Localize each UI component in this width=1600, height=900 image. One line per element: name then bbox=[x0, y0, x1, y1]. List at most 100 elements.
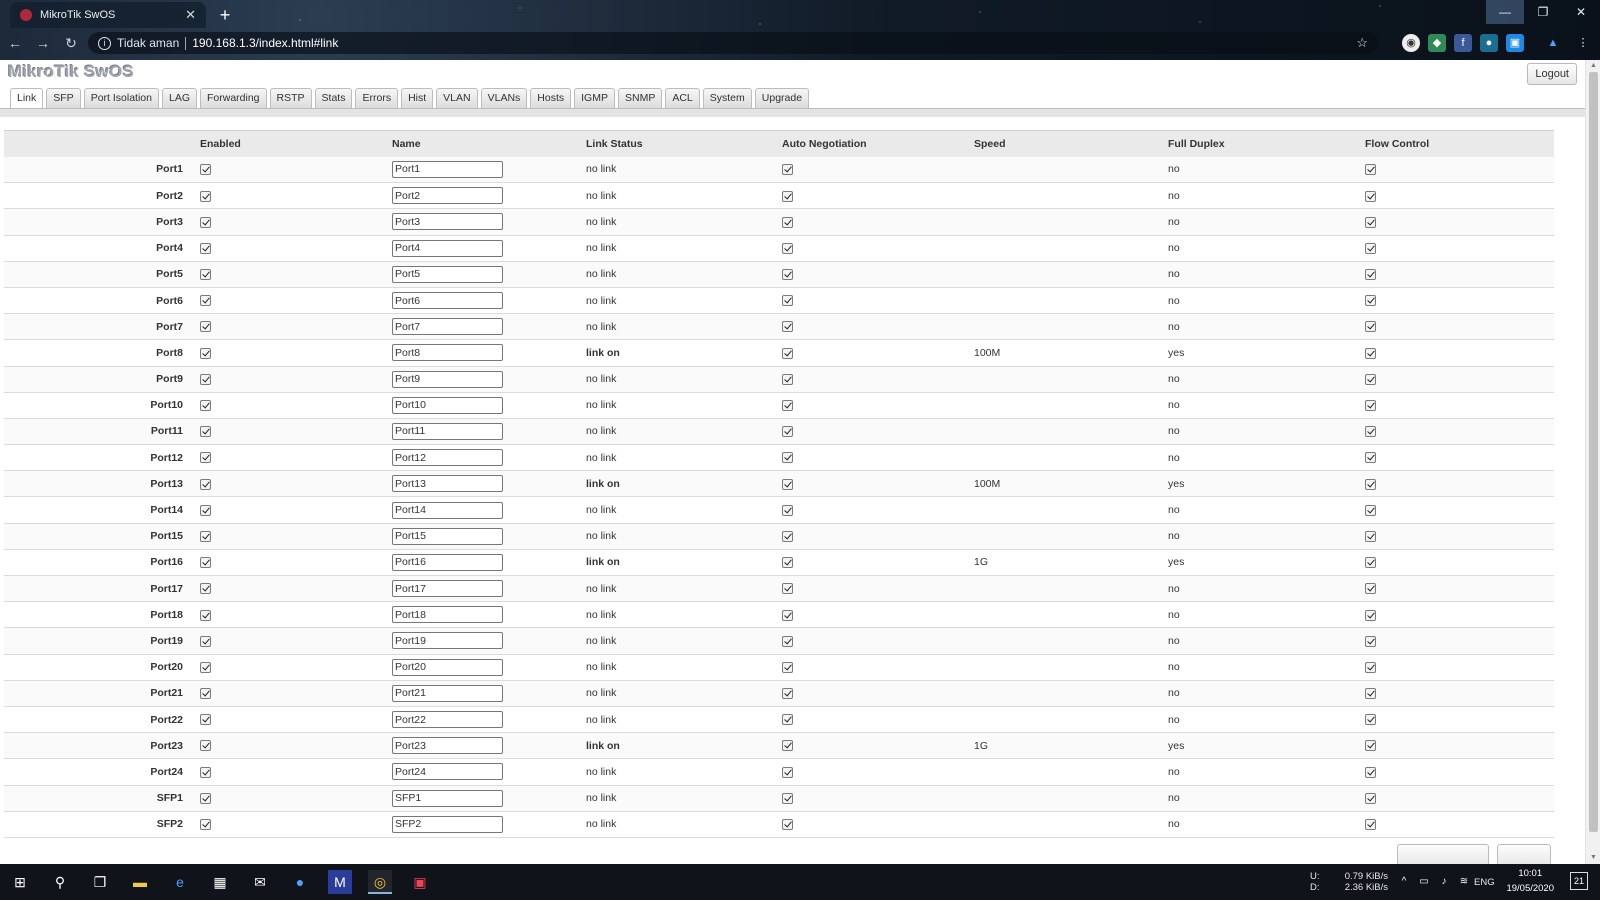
flow-control-checkbox[interactable] bbox=[1365, 242, 1376, 254]
forward-icon[interactable]: → bbox=[34, 34, 52, 52]
port-name-input[interactable] bbox=[392, 265, 503, 283]
port-name-input[interactable] bbox=[392, 711, 503, 729]
port-name-input[interactable] bbox=[392, 658, 503, 676]
port-name-input[interactable] bbox=[392, 213, 503, 231]
tab-port-isolation[interactable]: Port Isolation bbox=[83, 88, 159, 108]
port-name-input[interactable] bbox=[392, 815, 503, 833]
flow-control-checkbox[interactable] bbox=[1365, 452, 1376, 464]
language-indicator[interactable]: ENG bbox=[1474, 864, 1502, 900]
close-window-icon[interactable]: ✕ bbox=[1562, 0, 1600, 24]
auto-negotiation-checkbox[interactable] bbox=[782, 819, 793, 830]
notification-center-icon[interactable]: 21 bbox=[1570, 872, 1588, 890]
tab-vlans[interactable]: VLANs bbox=[480, 88, 528, 108]
wifi-icon[interactable]: ≋ bbox=[1452, 870, 1476, 894]
extension-icon[interactable]: ▣ bbox=[1506, 34, 1524, 52]
flow-control-checkbox[interactable] bbox=[1365, 504, 1376, 516]
enabled-checkbox[interactable] bbox=[200, 269, 211, 281]
enabled-checkbox[interactable] bbox=[200, 661, 211, 673]
flow-control-checkbox[interactable] bbox=[1365, 216, 1376, 228]
back-icon[interactable]: ← bbox=[6, 34, 24, 52]
auto-negotiation-checkbox[interactable] bbox=[782, 740, 793, 752]
tab-forwarding[interactable]: Forwarding bbox=[200, 88, 267, 108]
auto-negotiation-checkbox[interactable] bbox=[782, 373, 793, 385]
task-view-icon[interactable]: ❐ bbox=[88, 870, 112, 894]
clock[interactable]: 10:01 19/05/2020 bbox=[1506, 866, 1554, 896]
flow-control-checkbox[interactable] bbox=[1365, 478, 1376, 490]
extension-icon[interactable]: ▲ bbox=[1544, 34, 1562, 52]
flow-control-checkbox[interactable] bbox=[1365, 269, 1376, 281]
auto-negotiation-checkbox[interactable] bbox=[782, 504, 793, 516]
tab-upgrade[interactable]: Upgrade bbox=[754, 88, 810, 108]
flow-control-checkbox[interactable] bbox=[1365, 792, 1376, 804]
tab-system[interactable]: System bbox=[702, 88, 752, 108]
flow-control-checkbox[interactable] bbox=[1365, 714, 1376, 726]
scroll-up-icon[interactable]: ▲ bbox=[1586, 60, 1600, 72]
enabled-checkbox[interactable] bbox=[200, 452, 211, 464]
enabled-checkbox[interactable] bbox=[200, 635, 211, 647]
chrome-icon[interactable]: ◎ bbox=[368, 870, 392, 894]
enabled-checkbox[interactable] bbox=[200, 819, 211, 830]
auto-negotiation-checkbox[interactable] bbox=[782, 530, 793, 542]
auto-negotiation-checkbox[interactable] bbox=[782, 295, 793, 307]
auto-negotiation-checkbox[interactable] bbox=[782, 609, 793, 621]
port-name-input[interactable] bbox=[392, 763, 503, 781]
flow-control-checkbox[interactable] bbox=[1365, 583, 1376, 595]
flow-control-checkbox[interactable] bbox=[1365, 661, 1376, 673]
enabled-checkbox[interactable] bbox=[200, 504, 211, 516]
discard-changes-button[interactable] bbox=[1397, 844, 1489, 864]
flow-control-checkbox[interactable] bbox=[1365, 766, 1376, 778]
apply-button[interactable] bbox=[1497, 844, 1551, 864]
tab-vlan[interactable]: VLAN bbox=[436, 88, 478, 108]
auto-negotiation-checkbox[interactable] bbox=[782, 478, 793, 490]
flow-control-checkbox[interactable] bbox=[1365, 609, 1376, 621]
port-name-input[interactable] bbox=[392, 449, 503, 467]
tab-link[interactable]: Link bbox=[10, 88, 44, 109]
windows-start-icon[interactable]: ⊞ bbox=[8, 870, 32, 894]
logout-button[interactable]: Logout bbox=[1527, 63, 1577, 85]
scrollbar-thumb[interactable] bbox=[1589, 72, 1598, 832]
port-name-input[interactable] bbox=[392, 553, 503, 571]
port-name-input[interactable] bbox=[392, 239, 503, 257]
store-icon[interactable]: ▦ bbox=[208, 870, 232, 894]
enabled-checkbox[interactable] bbox=[200, 295, 211, 307]
mail-icon[interactable]: ✉ bbox=[248, 870, 272, 894]
enabled-checkbox[interactable] bbox=[200, 426, 211, 438]
profile-avatar-icon[interactable]: ◉ bbox=[1402, 34, 1420, 52]
flow-control-checkbox[interactable] bbox=[1365, 347, 1376, 359]
flow-control-checkbox[interactable] bbox=[1365, 295, 1376, 307]
edge-browser-icon[interactable]: e bbox=[168, 870, 192, 894]
flow-control-checkbox[interactable] bbox=[1365, 740, 1376, 752]
tab-hist[interactable]: Hist bbox=[401, 88, 434, 108]
port-name-input[interactable] bbox=[392, 370, 503, 388]
tab-snmp[interactable]: SNMP bbox=[617, 88, 663, 108]
close-tab-icon[interactable]: ✕ bbox=[185, 7, 196, 23]
flow-control-checkbox[interactable] bbox=[1365, 373, 1376, 385]
tab-acl[interactable]: ACL bbox=[665, 88, 700, 108]
port-name-input[interactable] bbox=[392, 344, 503, 362]
minimize-window-icon[interactable]: — bbox=[1486, 0, 1524, 24]
search-icon[interactable]: ⚲ bbox=[48, 870, 72, 894]
address-bar[interactable]: i Tidak aman 190.168.1.3/index.html#link… bbox=[88, 32, 1378, 54]
enabled-checkbox[interactable] bbox=[200, 530, 211, 542]
enabled-checkbox[interactable] bbox=[200, 766, 211, 778]
tab-lag[interactable]: LAG bbox=[161, 88, 197, 108]
port-name-input[interactable] bbox=[392, 632, 503, 650]
auto-negotiation-checkbox[interactable] bbox=[782, 190, 793, 202]
flow-control-checkbox[interactable] bbox=[1365, 819, 1376, 830]
port-name-input[interactable] bbox=[392, 292, 503, 310]
flow-control-checkbox[interactable] bbox=[1365, 530, 1376, 542]
auto-negotiation-checkbox[interactable] bbox=[782, 347, 793, 359]
auto-negotiation-checkbox[interactable] bbox=[782, 635, 793, 647]
port-name-input[interactable] bbox=[392, 580, 503, 598]
tab-rstp[interactable]: RSTP bbox=[269, 88, 312, 108]
enabled-checkbox[interactable] bbox=[200, 216, 211, 228]
enabled-checkbox[interactable] bbox=[200, 792, 211, 804]
flow-control-checkbox[interactable] bbox=[1365, 557, 1376, 569]
flow-control-checkbox[interactable] bbox=[1365, 688, 1376, 700]
page-scrollbar[interactable]: ▲ ▼ bbox=[1585, 60, 1600, 864]
extension-icon[interactable]: ● bbox=[1480, 34, 1498, 52]
enabled-checkbox[interactable] bbox=[200, 321, 211, 333]
enabled-checkbox[interactable] bbox=[200, 609, 211, 621]
port-name-input[interactable] bbox=[392, 527, 503, 545]
flow-control-checkbox[interactable] bbox=[1365, 321, 1376, 333]
